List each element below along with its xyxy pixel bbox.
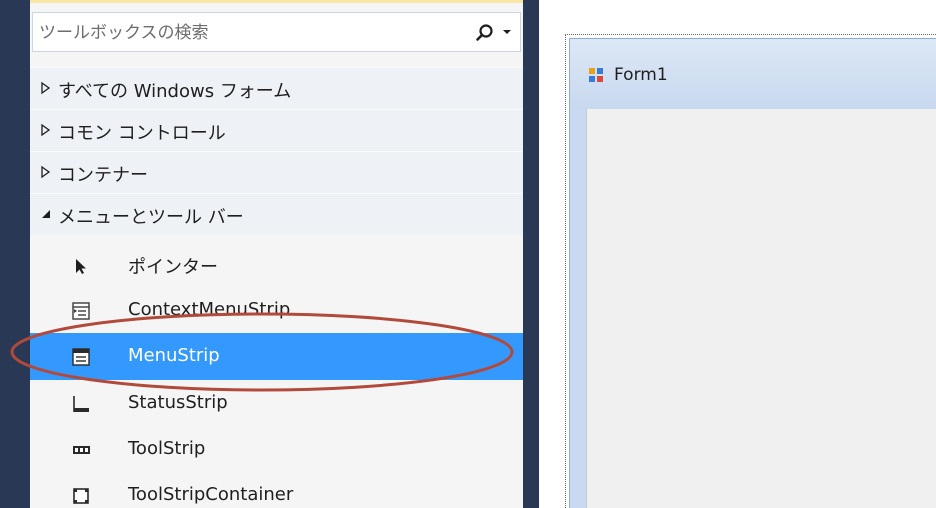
form-icon: [589, 68, 603, 82]
toolbox-item-label: ContextMenuStrip: [128, 299, 291, 320]
form-client-area[interactable]: [586, 109, 936, 508]
category-all-windows-forms[interactable]: すべての Windows フォーム: [30, 67, 523, 109]
toolbox-search-input[interactable]: [39, 22, 459, 44]
category-label: コンテナー: [58, 165, 148, 186]
toolbox-panel: すべての Windows フォーム コモン コントロール コンテナー メニューと…: [30, 0, 523, 508]
category-label: コモン コントロール: [58, 123, 226, 144]
toolbox-search-box[interactable]: [32, 12, 521, 52]
tool-strip-icon: [73, 446, 90, 454]
expand-arrow-icon[interactable]: [40, 165, 52, 179]
form-designer: Form1: [539, 0, 936, 508]
form-window[interactable]: Form1: [569, 38, 936, 508]
panel-splitter[interactable]: [523, 0, 539, 508]
category-menus-toolbars[interactable]: メニューとツール バー: [30, 193, 523, 235]
category-containers[interactable]: コンテナー: [30, 151, 523, 193]
context-menu-strip-icon: [72, 302, 90, 320]
search-icon[interactable]: [475, 23, 495, 43]
category-label: メニューとツール バー: [58, 207, 244, 228]
expand-arrow-icon[interactable]: [40, 123, 52, 137]
toolbox-item-label: ポインター: [128, 257, 218, 278]
toolbox-item-toolstripcontainer[interactable]: ToolStripContainer: [30, 472, 523, 508]
category-label: すべての Windows フォーム: [58, 81, 292, 102]
toolbox-item-contextmenustrip[interactable]: ContextMenuStrip: [30, 287, 523, 334]
left-frame: [0, 0, 30, 508]
toolbox-item-statusstrip[interactable]: StatusStrip: [30, 380, 523, 427]
menu-strip-icon: [72, 348, 90, 366]
toolbox-item-label: StatusStrip: [128, 392, 228, 413]
category-common-controls[interactable]: コモン コントロール: [30, 109, 523, 151]
toolbox-item-toolstrip[interactable]: ToolStrip: [30, 426, 523, 473]
tool-strip-container-icon: [73, 488, 89, 504]
pointer-icon: [76, 259, 86, 274]
collapse-arrow-icon[interactable]: [40, 207, 52, 221]
chevron-down-icon[interactable]: [502, 29, 512, 35]
toolbox-item-label: MenuStrip: [128, 345, 220, 366]
toolbox-item-label: ToolStrip: [128, 438, 206, 459]
form-title: Form1: [614, 65, 668, 85]
toolbox-item-menustrip[interactable]: MenuStrip: [30, 333, 523, 380]
toolbox-item-label: ToolStripContainer: [128, 484, 294, 505]
expand-arrow-icon[interactable]: [40, 81, 52, 95]
status-strip-icon: [73, 396, 89, 412]
form-titlebar[interactable]: Form1: [570, 39, 936, 109]
toolbox-item-pointer[interactable]: ポインター: [30, 241, 523, 288]
